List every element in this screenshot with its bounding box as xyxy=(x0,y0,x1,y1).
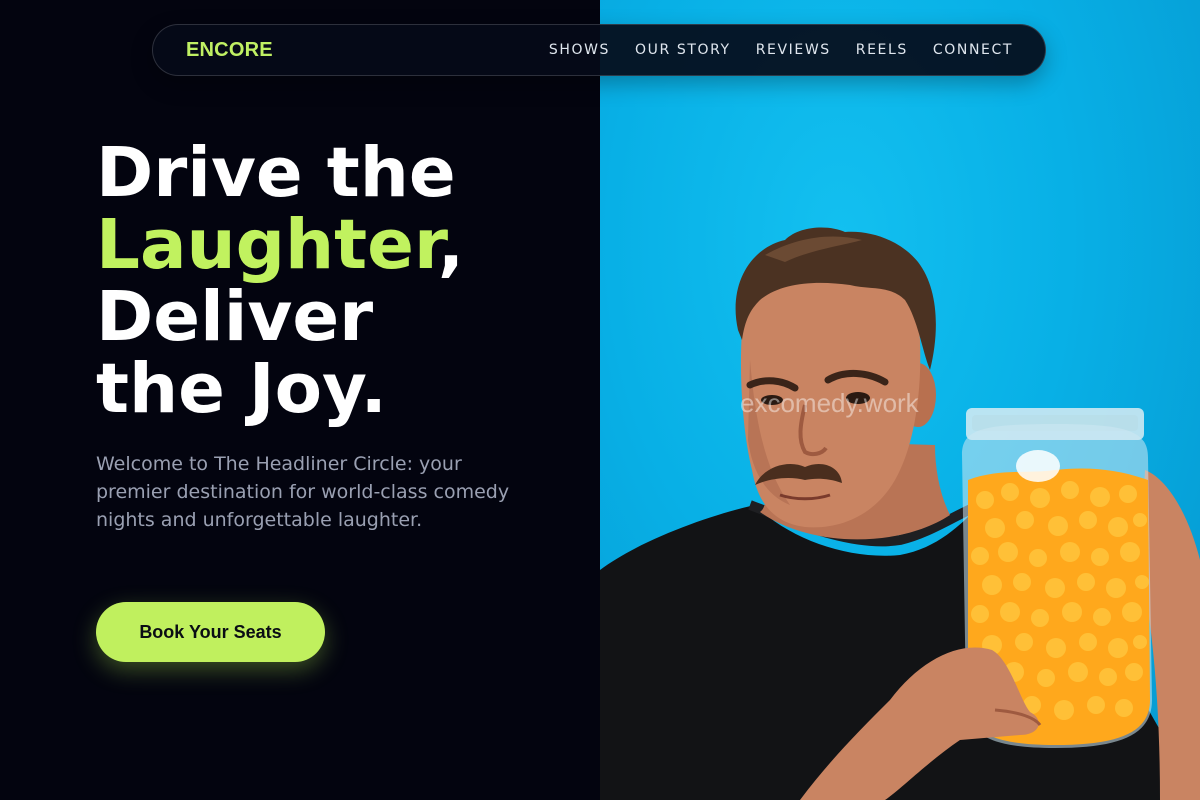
brand-logo[interactable]: ENCORE xyxy=(186,39,273,62)
nav-link-reels[interactable]: REELS xyxy=(856,42,908,58)
hero-description: Welcome to The Headliner Circle: your pr… xyxy=(96,453,510,531)
headline-accent-word: Laughter xyxy=(96,205,438,285)
nav-link-connect[interactable]: CONNECT xyxy=(933,42,1013,58)
nav-link-our-story[interactable]: OUR STORY xyxy=(635,42,731,58)
headline-line-1: Drive the xyxy=(96,133,456,213)
nav-link-shows[interactable]: SHOWS xyxy=(549,42,610,58)
top-navigation-bar: ENCORE SHOWS OUR STORY REVIEWS REELS CON… xyxy=(152,24,1046,76)
headline-comma: , xyxy=(437,205,465,285)
book-seats-button[interactable]: Book Your Seats xyxy=(96,602,325,662)
headline-line-4: the Joy. xyxy=(96,349,387,429)
hero-headline: Drive the Laughter, Deliver the Joy. xyxy=(96,137,576,425)
headline-line-2: Laughter, xyxy=(96,209,576,281)
watermark-text: excomedy.work xyxy=(740,388,919,418)
headline-line-3: Deliver xyxy=(96,277,374,357)
nav-links: SHOWS OUR STORY REVIEWS REELS CONNECT xyxy=(549,42,1013,58)
nav-link-reviews[interactable]: REVIEWS xyxy=(756,42,831,58)
